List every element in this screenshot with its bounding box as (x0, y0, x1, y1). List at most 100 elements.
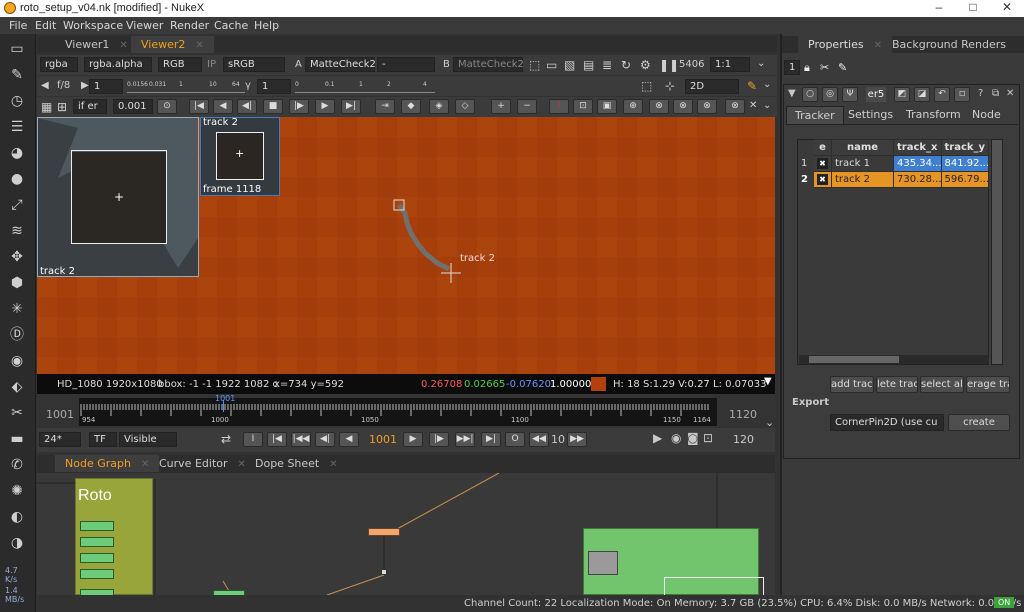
next-frame-icon[interactable]: |▶ (429, 432, 449, 447)
wipe-mode-dropdown[interactable]: - (377, 57, 435, 72)
menu-workspace[interactable]: Workspace (63, 19, 123, 32)
alpha-channel-dropdown[interactable]: rgba.alpha (84, 57, 152, 72)
roto-backdrop[interactable]: Roto (75, 478, 153, 595)
create-button[interactable]: create (948, 414, 1010, 431)
transform-tool-icon[interactable]: ✥ (8, 248, 26, 266)
revert-icon[interactable]: ↶ (934, 87, 950, 102)
close-icon[interactable]: ✕ (874, 40, 882, 51)
enabled-checkbox[interactable]: ✖ (817, 174, 828, 185)
furnace-tool-icon[interactable]: ✆ (8, 456, 26, 474)
col-header[interactable]: track_x (893, 139, 942, 156)
track-name[interactable]: track 2 (831, 171, 894, 188)
expand-icon[interactable]: ⌄ (757, 58, 765, 69)
skip-forward-icon[interactable]: ▶▶ (567, 432, 587, 447)
plugin-tool-icon[interactable]: ◑ (8, 534, 26, 552)
metadata-tool-icon[interactable]: ⬖ (8, 378, 26, 396)
edit-icon[interactable]: ✎ (838, 61, 847, 74)
current-frame[interactable]: 1001 (369, 433, 397, 446)
node-color-icon[interactable]: ○ (802, 87, 818, 102)
cara-tool-icon[interactable]: ◐ (8, 508, 26, 526)
downrez-icon[interactable]: ≣ (602, 58, 612, 72)
close-icon[interactable]: ✕ (195, 40, 203, 51)
view-mode-dropdown[interactable]: 2D (685, 79, 739, 94)
channel-tool-icon[interactable]: ☰ (8, 118, 26, 136)
track-last-icon[interactable]: ▶| (341, 99, 361, 114)
overscan-icon[interactable]: ▭ (546, 58, 557, 72)
tab-viewer2[interactable]: Viewer2 ✕ (131, 36, 214, 53)
menu-cache[interactable]: Cache (214, 19, 248, 32)
track-forward-icon[interactable]: ▶ (315, 99, 335, 114)
range-start[interactable]: 1001 (46, 408, 74, 421)
show-pattern-icon[interactable]: ▣ (597, 99, 617, 114)
expand-icon[interactable]: ⌄ (763, 100, 771, 111)
help-button[interactable]: ? (978, 88, 983, 99)
offset-icon[interactable]: ⊡ (573, 99, 593, 114)
ip-toggle[interactable]: IP (207, 59, 216, 70)
float-icon[interactable]: ◽ (954, 87, 970, 102)
node-name[interactable]: er5 (866, 87, 886, 102)
skip-back-icon[interactable]: ◀◀ (529, 432, 549, 447)
gamma-input[interactable]: 1 (257, 79, 291, 94)
refresh-icon[interactable]: ↻ (621, 58, 631, 72)
toolsets-tool-icon[interactable]: ✂ (8, 404, 26, 422)
table-horizontal-scrollbar[interactable] (799, 355, 989, 364)
expand-icon[interactable]: ⌄ (765, 416, 774, 429)
close-icon[interactable]: ✕ (119, 40, 127, 51)
other-tool-icon[interactable]: ▬ (8, 430, 26, 448)
visible-dropdown[interactable]: Visible (119, 432, 177, 447)
delete-keyframe-icon[interactable]: ◇ (455, 99, 475, 114)
image-tool-icon[interactable]: ▭ (8, 40, 26, 58)
track-prev-icon[interactable]: ◀| (237, 99, 257, 114)
lut-dropdown[interactable]: sRGB (223, 57, 285, 72)
track-name[interactable]: track 1 (831, 155, 894, 172)
track-range-icon[interactable]: ⇥ (375, 99, 395, 114)
draw-tool-icon[interactable]: ✎ (8, 66, 26, 84)
minimize-button[interactable]: – (922, 0, 956, 17)
keyframe-icon[interactable]: ◆ (401, 99, 421, 114)
roi-select-icon[interactable]: ⬚ (641, 79, 652, 93)
timeline-track[interactable]: 1001 954 1000 1050 1100 1150 1164 (79, 394, 717, 426)
info-expand-icon[interactable]: ▼ (764, 376, 772, 387)
clear-forward-icon[interactable]: ⊗ (697, 99, 717, 114)
views-tool-icon[interactable]: ◉ (8, 352, 26, 370)
track-y[interactable]: 596.79... (940, 171, 990, 188)
collapse-icon[interactable]: ▼ (788, 88, 796, 99)
close-panel-icon[interactable]: ✕ (1006, 88, 1014, 99)
display-style-dropdown[interactable]: RGB (158, 57, 202, 72)
node[interactable] (80, 569, 114, 579)
track-y[interactable]: 841.92... (940, 155, 990, 172)
enabled-checkbox[interactable]: ✖ (817, 158, 828, 169)
goto-end-icon[interactable]: ▶| (481, 432, 501, 447)
particles-tool-icon[interactable]: ✳ (8, 300, 26, 318)
tab-curve-editor[interactable]: Curve Editor ✕ (149, 455, 256, 472)
a-input-dropdown[interactable]: MatteCheck2 (305, 57, 376, 72)
add-track-button[interactable]: add track (830, 376, 874, 393)
zebra-icon[interactable]: ▧ (564, 58, 575, 72)
max-panels-input[interactable]: 1 (784, 60, 800, 75)
center-icon[interactable]: ⊙ (157, 99, 177, 114)
add-track-icon[interactable]: ⊞ (57, 100, 67, 114)
proxy-icon[interactable]: ▤ (583, 58, 594, 72)
frame-increment[interactable]: 10 (551, 433, 565, 446)
close-window-button[interactable]: ✕ (990, 0, 1024, 17)
range-end[interactable]: 1120 (729, 408, 757, 421)
delete-track-button[interactable]: lete trac (876, 376, 918, 393)
tf-dropdown[interactable]: TF (89, 432, 117, 447)
gamma-slider[interactable]: 0 0.1 1 2 4 (295, 79, 435, 93)
expand-icon[interactable]: ⌄ (763, 79, 771, 90)
viewer-canvas[interactable]: + track 2 track 2 + frame 1118 track 2 (37, 117, 775, 374)
close-icon[interactable]: ✕ (329, 459, 337, 470)
tab-viewer1[interactable]: Viewer1 ✕ (55, 36, 138, 53)
flipbook-icon[interactable]: ▶ (653, 431, 662, 445)
step-input[interactable]: 0.001 (113, 99, 153, 114)
col-header[interactable]: track_y (940, 139, 990, 156)
track-backward-icon[interactable]: ◀ (213, 99, 233, 114)
track-x[interactable]: 435.34... (893, 155, 942, 172)
tab-node[interactable]: Node (964, 106, 1009, 124)
tab-transform[interactable]: Transform (898, 106, 969, 124)
clear-back-icon[interactable]: ⊗ (673, 99, 693, 114)
tab-settings[interactable]: Settings (840, 106, 901, 124)
center-node-icon[interactable]: ◎ (822, 87, 838, 102)
tracker-settings-icon[interactable]: ▦ (41, 100, 52, 114)
ofx-tool-icon[interactable]: ✺ (8, 482, 26, 500)
